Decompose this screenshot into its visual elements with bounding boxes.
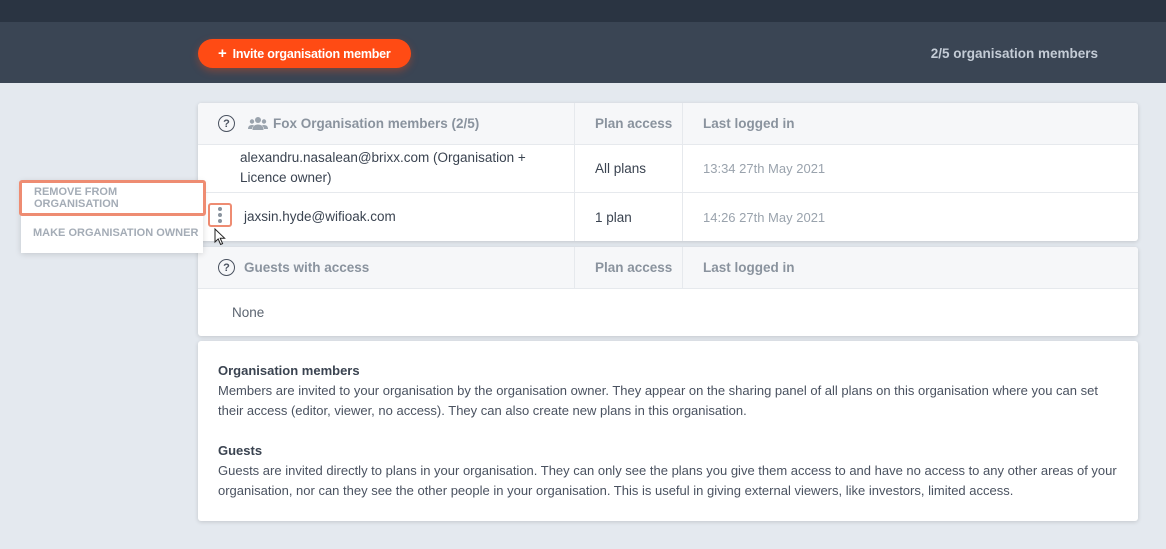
members-table-title: Fox Organisation members (2/5) bbox=[273, 116, 480, 131]
guests-empty-text: None bbox=[232, 305, 265, 320]
header-bar: + Invite organisation member 2/5 organis… bbox=[0, 22, 1166, 83]
table-row: alexandru.nasalean@brixx.com (Organisati… bbox=[198, 144, 1138, 193]
kebab-dot bbox=[218, 207, 222, 211]
column-divider bbox=[574, 144, 575, 192]
member-email: alexandru.nasalean@brixx.com (Organisati… bbox=[240, 150, 526, 185]
mouse-cursor-icon bbox=[214, 228, 226, 246]
guests-table-header: ? Guests with access Plan access Last lo… bbox=[198, 247, 1138, 289]
column-divider bbox=[574, 247, 575, 288]
people-icon bbox=[248, 117, 268, 130]
top-strip bbox=[0, 0, 1166, 22]
member-context-menu: REMOVE FROM ORGANISATION MAKE ORGANISATI… bbox=[19, 180, 206, 253]
make-organisation-owner-item[interactable]: MAKE ORGANISATION OWNER bbox=[21, 216, 203, 250]
member-count: 2/5 organisation members bbox=[930, 46, 1098, 61]
kebab-dot bbox=[218, 213, 222, 217]
member-last-logged: 14:26 27th May 2021 bbox=[703, 209, 826, 225]
column-divider bbox=[682, 193, 683, 241]
members-table: ? Fox Organisation members (2/5) Plan ac… bbox=[198, 103, 1138, 241]
plus-icon: + bbox=[218, 45, 227, 62]
table-row: jaxsin.hyde@wifioak.com 1 plan 14:26 27t… bbox=[198, 193, 1138, 241]
info-panel: Organisation members Members are invited… bbox=[198, 341, 1138, 521]
guests-info-title: Guests bbox=[218, 443, 263, 458]
guests-info: Guests Guests are invited directly to pl… bbox=[218, 441, 1118, 501]
help-circle-icon[interactable]: ? bbox=[218, 115, 235, 132]
kebab-dot bbox=[218, 219, 222, 223]
col-last-logged-in: Last logged in bbox=[703, 116, 795, 131]
guests-info-text: Guests are invited directly to plans in … bbox=[218, 463, 1117, 498]
help-circle-icon[interactable]: ? bbox=[218, 259, 235, 276]
more-vertical-icon[interactable] bbox=[208, 203, 232, 227]
member-email: jaxsin.hyde@wifioak.com bbox=[244, 209, 396, 224]
members-table-header: ? Fox Organisation members (2/5) Plan ac… bbox=[198, 103, 1138, 145]
member-last-logged: 13:34 27th May 2021 bbox=[703, 160, 826, 176]
col-plan-access: Plan access bbox=[595, 260, 673, 275]
column-divider bbox=[682, 144, 683, 192]
column-divider bbox=[682, 247, 683, 288]
invite-member-button[interactable]: + Invite organisation member bbox=[198, 39, 411, 68]
remove-from-organisation-item[interactable]: REMOVE FROM ORGANISATION bbox=[19, 180, 206, 216]
member-plan-access: All plans bbox=[595, 160, 647, 176]
col-last-logged-in: Last logged in bbox=[703, 260, 795, 275]
column-divider bbox=[574, 103, 575, 144]
column-divider bbox=[682, 103, 683, 144]
guests-table-title: Guests with access bbox=[244, 260, 370, 275]
guests-table: ? Guests with access Plan access Last lo… bbox=[198, 247, 1138, 336]
members-info-text: Members are invited to your organisation… bbox=[218, 383, 1098, 418]
col-plan-access: Plan access bbox=[595, 116, 673, 131]
member-plan-access: 1 plan bbox=[595, 209, 632, 225]
invite-button-label: Invite organisation member bbox=[232, 46, 391, 61]
members-info: Organisation members Members are invited… bbox=[218, 361, 1118, 421]
column-divider bbox=[574, 193, 575, 241]
members-info-title: Organisation members bbox=[218, 363, 360, 378]
